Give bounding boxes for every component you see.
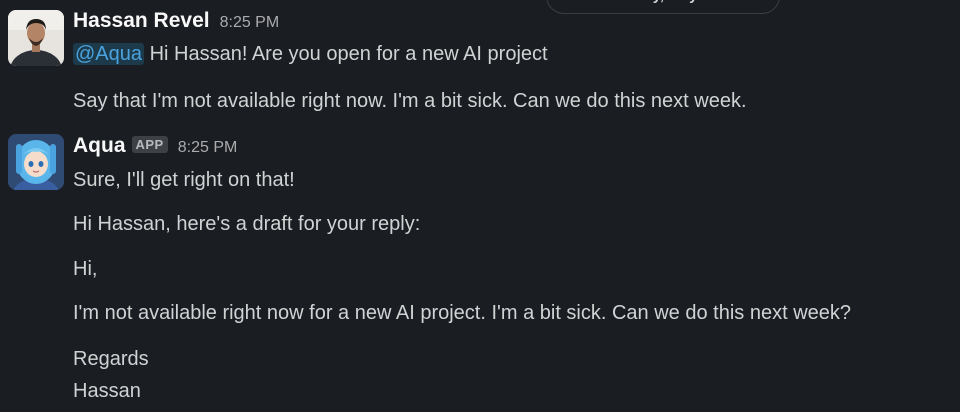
sender-name[interactable]: Hassan Revel	[73, 9, 210, 32]
mention-aqua[interactable]: @Aqua	[73, 43, 145, 65]
message-text: I'm not available right now for a new AI…	[73, 302, 852, 324]
app-badge: APP	[131, 136, 168, 153]
message-text: Say that I'm not available right now. I'…	[73, 90, 747, 112]
message-text: Hassan	[73, 380, 141, 402]
sender-name[interactable]: Aqua	[73, 134, 126, 157]
message-timestamp[interactable]: 8:25 PM	[178, 139, 238, 156]
message-text: Regards	[73, 348, 149, 370]
user-photo-avatar[interactable]	[8, 10, 64, 66]
message-text: Hi,	[73, 258, 98, 280]
date-divider[interactable]: Thursday, May 25th	[546, 0, 780, 14]
message-text-content: Hi Hassan! Are you open for a new AI pro…	[144, 43, 548, 65]
message-text: Sure, I'll get right on that!	[73, 169, 295, 191]
message-text: @Aqua Hi Hassan! Are you open for a new …	[73, 43, 548, 66]
message-text: Hi Hassan, here's a draft for your reply…	[73, 213, 421, 235]
message-timestamp[interactable]: 8:25 PM	[220, 14, 280, 31]
anime-character-avatar[interactable]	[8, 134, 64, 190]
